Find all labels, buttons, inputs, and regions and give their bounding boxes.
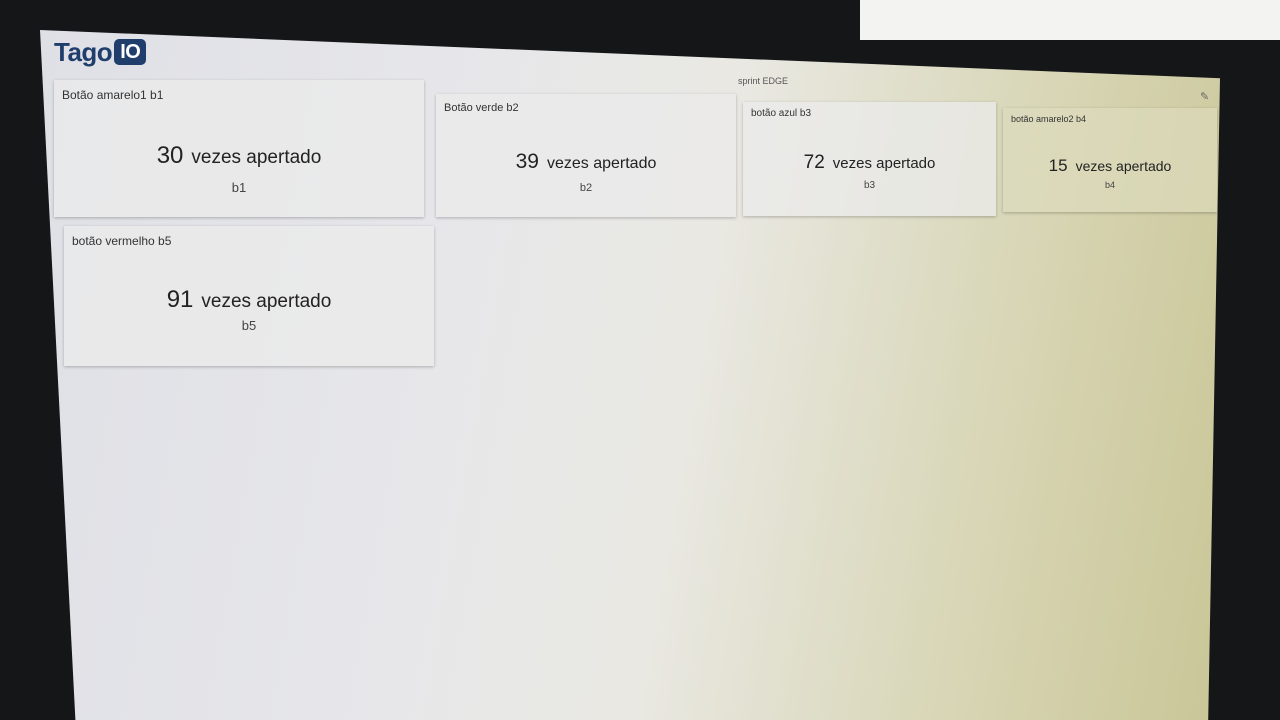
- pin-icon[interactable]: ✎: [1200, 90, 1209, 103]
- dashboard-title: sprint EDGE: [738, 76, 789, 86]
- widget-unit: vezes apertado: [832, 155, 936, 172]
- widget-unit: vezes apertado: [1075, 158, 1172, 174]
- widget-value: 30 vezes apertado: [54, 142, 424, 170]
- widget-value: 15 vezes apertado: [1003, 156, 1217, 176]
- widget-card-b5: botão vermelho b5 91 vezes apertado b5: [64, 226, 434, 366]
- widget-number: 72: [803, 152, 825, 173]
- widget-variable: b1: [231, 180, 247, 195]
- widget-unit: vezes apertado: [201, 291, 332, 312]
- widget-number: 15: [1048, 156, 1068, 175]
- widget-title: botão azul b3: [751, 108, 812, 119]
- widget-variable: b5: [241, 318, 257, 333]
- background-wall: [860, 0, 1280, 40]
- widget-title: botão amarelo2 b4: [1011, 114, 1087, 124]
- widget-card-b2: Botão verde b2 39 vezes apertado b2: [436, 94, 736, 217]
- widget-variable: b3: [863, 180, 876, 191]
- widget-unit: vezes apertado: [191, 147, 322, 168]
- widget-number: 39: [515, 150, 539, 173]
- widget-variable: b2: [579, 182, 593, 194]
- widget-number: 91: [166, 286, 194, 313]
- widget-title: botão vermelho b5: [72, 234, 172, 248]
- widget-number: 30: [156, 142, 184, 169]
- widget-card-b3: botão azul b3 72 vezes apertado b3: [743, 102, 996, 216]
- widget-value: 72 vezes apertado: [743, 152, 996, 174]
- widget-unit: vezes apertado: [546, 155, 657, 172]
- widget-card-b4: botão amarelo2 b4 15 vezes apertado b4: [1003, 108, 1217, 212]
- screen: Tago IO sprint EDGE ✎ Botão amarelo1 b1 …: [40, 30, 1220, 720]
- widget-value: 39 vezes apertado: [436, 150, 736, 174]
- tagoio-logo[interactable]: Tago IO: [54, 36, 147, 68]
- logo-badge: IO: [114, 39, 147, 65]
- widget-card-b1: Botão amarelo1 b1 30 vezes apertado b1: [54, 80, 424, 217]
- widget-value: 91 vezes apertado: [64, 286, 434, 314]
- widget-title: Botão verde b2: [444, 102, 519, 114]
- widget-variable: b4: [1104, 180, 1115, 190]
- logo-text: Tago: [54, 36, 113, 67]
- widget-title: Botão amarelo1 b1: [62, 88, 164, 102]
